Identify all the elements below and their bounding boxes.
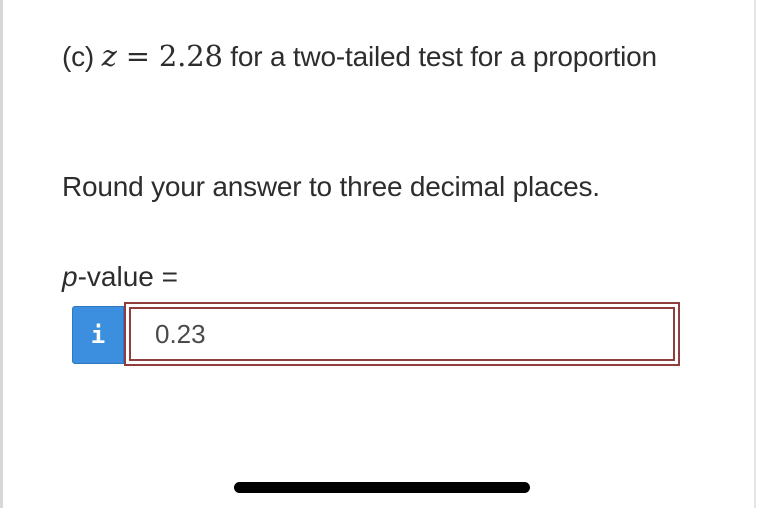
equation-variable: z [101, 39, 117, 73]
part-label: (c) [62, 41, 95, 72]
answer-label: p-value = [62, 259, 178, 295]
instruction-text: Round your answer to three decimal place… [62, 171, 600, 202]
right-divider [754, 0, 756, 508]
info-icon: i [90, 321, 106, 349]
equation-value: 2.28 [158, 39, 223, 73]
equation-equals: = [125, 39, 150, 73]
question-description: for a two-tailed test for a proportion [230, 41, 657, 72]
answer-field-frame [124, 302, 680, 366]
question-text: (c) z = 2.28 for a two-tailed test for a… [62, 34, 682, 79]
answer-label-suffix: -value = [77, 261, 178, 292]
info-button[interactable]: i [72, 306, 124, 364]
answer-label-variable: p [62, 261, 78, 292]
p-value-input[interactable] [129, 307, 675, 361]
home-indicator[interactable] [234, 482, 530, 493]
left-divider [0, 0, 3, 508]
equation: z = 2.28 [102, 39, 223, 73]
